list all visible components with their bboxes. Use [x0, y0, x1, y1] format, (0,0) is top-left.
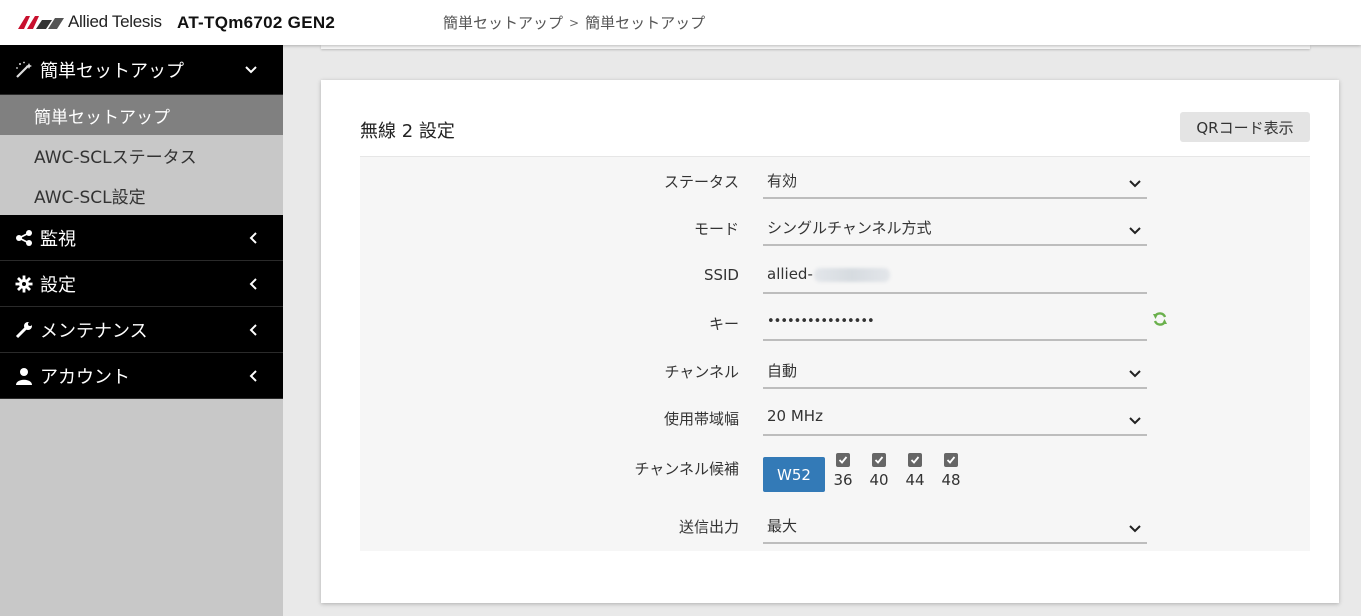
sidebar-group-maintenance[interactable]: メンテナンス [0, 307, 283, 353]
bandwidth-row: 使用帯域幅 20 MHz [360, 396, 1310, 436]
sidebar-group-settings[interactable]: 設定 [0, 261, 283, 307]
chevron-down-icon [1129, 410, 1141, 429]
status-value: 有効 [767, 172, 798, 190]
mode-value: シングルチャンネル方式 [767, 219, 932, 237]
magic-wand-icon [14, 60, 34, 80]
chevron-down-icon [1129, 173, 1141, 192]
chevron-left-icon [249, 215, 257, 260]
status-label: ステータス [663, 173, 739, 191]
mode-label: モード [693, 220, 739, 238]
ssid-input[interactable]: allied- [763, 258, 1147, 294]
channel-checkbox-48[interactable]: 48 [939, 453, 963, 489]
previous-card-edge [321, 45, 1310, 49]
channel-value: 自動 [767, 362, 798, 380]
breadcrumb-item: 簡単セットアップ [585, 14, 706, 32]
chevron-down-icon [1129, 220, 1141, 239]
breadcrumb-separator: > [569, 15, 580, 30]
chevron-left-icon [249, 353, 257, 398]
sidebar-item-awc-scl-status[interactable]: AWC-SCLステータス [0, 135, 283, 175]
bandwidth-value: 20 MHz [767, 407, 823, 425]
chevron-left-icon [249, 307, 257, 352]
channel-label: チャンネル [664, 363, 739, 381]
tx-power-label: 送信出力 [678, 518, 739, 536]
checkbox-checked-icon [944, 453, 958, 467]
key-row: キー •••••••••••••••• [360, 301, 1310, 341]
sidebar-group-account[interactable]: アカウント [0, 353, 283, 399]
tx-power-row: 送信出力 最大 [360, 504, 1310, 544]
channel-candidates-label: チャンネル候補 [634, 460, 739, 478]
breadcrumb: 簡単セットアップ > 簡単セットアップ [443, 12, 705, 33]
channel-candidates-row: チャンネル候補 W52 36 40 44 48 [360, 447, 1310, 497]
sidebar-group-label: 監視 [40, 228, 76, 250]
channel-number: 48 [941, 471, 961, 489]
channel-checkbox-44[interactable]: 44 [903, 453, 927, 489]
status-select[interactable]: 有効 [763, 163, 1147, 199]
channel-row: チャンネル 自動 [360, 349, 1310, 389]
wrench-icon [14, 320, 34, 340]
mode-select[interactable]: シングルチャンネル方式 [763, 210, 1147, 246]
tx-power-value: 最大 [767, 517, 798, 535]
settings-form: ステータス 有効 モード シングルチャンネル方式 SSID allied- キー… [360, 156, 1310, 551]
brand-logo[interactable]: Allied Telesis [18, 12, 162, 32]
chevron-down-icon [245, 45, 257, 94]
channel-checkbox-40[interactable]: 40 [867, 453, 891, 489]
chevron-down-icon [1129, 363, 1141, 382]
wireless-settings-card: 無線 2 設定 QRコード表示 ステータス 有効 モード シングルチャンネル方式… [321, 80, 1339, 603]
sidebar-group-label: メンテナンス [40, 320, 148, 342]
key-input[interactable]: •••••••••••••••• [763, 305, 1147, 341]
user-icon [14, 366, 34, 386]
ssid-prefix: allied- [767, 265, 813, 283]
chevron-left-icon [249, 261, 257, 306]
checkbox-checked-icon [836, 453, 850, 467]
tx-power-select[interactable]: 最大 [763, 508, 1147, 544]
brand-name: Allied Telesis [68, 12, 162, 31]
sidebar-group-label: 簡単セットアップ [40, 60, 184, 82]
checkbox-checked-icon [872, 453, 886, 467]
channel-number: 36 [833, 471, 853, 489]
channel-checkbox-36[interactable]: 36 [831, 453, 855, 489]
w52-button[interactable]: W52 [763, 457, 825, 492]
allied-telesis-logo-icon [18, 16, 64, 29]
card-title: 無線 2 設定 [360, 121, 455, 142]
ssid-value: allied- [767, 265, 890, 283]
ssid-row: SSID allied- [360, 254, 1310, 294]
top-header: Allied Telesis AT-TQm6702 GEN2 簡単セットアップ … [0, 0, 1361, 45]
key-label: キー [708, 315, 739, 333]
gear-icon [14, 274, 34, 294]
bandwidth-label: 使用帯域幅 [663, 410, 739, 428]
sidebar-group-quick-setup[interactable]: 簡単セットアップ [0, 45, 283, 95]
sidebar-group-monitor[interactable]: 監視 [0, 215, 283, 261]
product-name: AT-TQm6702 GEN2 [177, 13, 336, 32]
checkbox-checked-icon [908, 453, 922, 467]
qr-code-button[interactable]: QRコード表示 [1180, 112, 1310, 142]
breadcrumb-item[interactable]: 簡単セットアップ [443, 12, 563, 33]
key-value: •••••••••••••••• [767, 314, 875, 329]
status-row: ステータス 有効 [360, 159, 1310, 199]
bandwidth-select[interactable]: 20 MHz [763, 400, 1147, 436]
ssid-label: SSID [703, 266, 739, 284]
sidebar: 簡単セットアップ 簡単セットアップ AWC-SCLステータス AWC-SCL設定… [0, 45, 283, 616]
redacted-text [813, 267, 890, 282]
sidebar-group-label: アカウント [40, 366, 130, 388]
channel-number: 40 [869, 471, 889, 489]
channel-select[interactable]: 自動 [763, 353, 1147, 389]
share-icon [14, 228, 34, 248]
channel-number: 44 [905, 471, 925, 489]
sidebar-group-label: 設定 [40, 274, 76, 296]
mode-row: モード シングルチャンネル方式 [360, 206, 1310, 246]
sidebar-item-awc-scl-settings[interactable]: AWC-SCL設定 [0, 175, 283, 215]
chevron-down-icon [1129, 518, 1141, 537]
sidebar-item-quick-setup[interactable]: 簡単セットアップ [0, 95, 283, 135]
refresh-icon[interactable] [1152, 311, 1168, 331]
